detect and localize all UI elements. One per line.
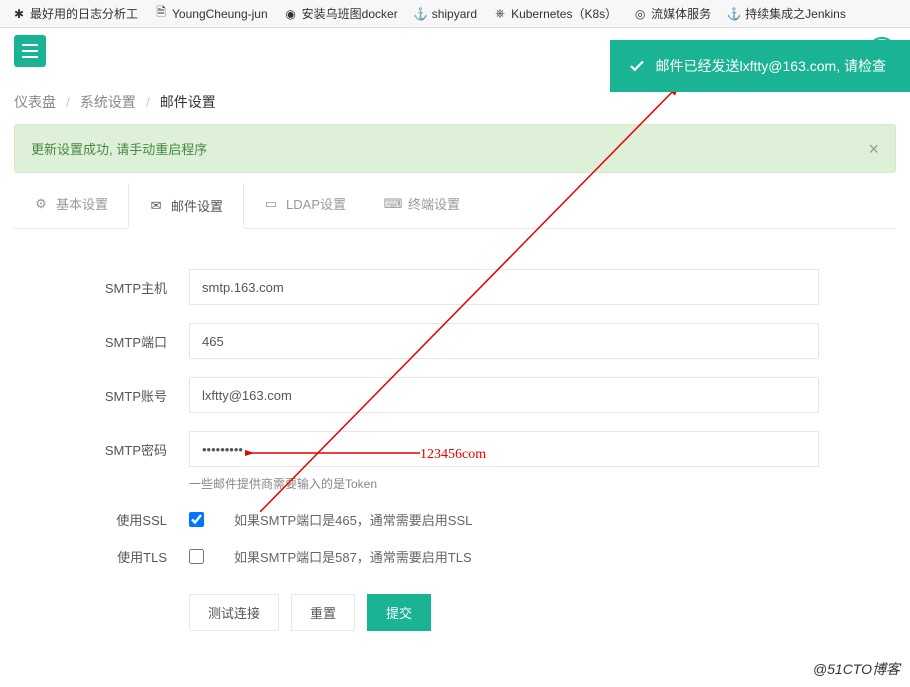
- breadcrumb-separator: /: [146, 94, 150, 110]
- smtp-password-input[interactable]: [189, 431, 819, 467]
- tabs: ⚙ 基本设置 ✉ 邮件设置 ▭ LDAP设置 ⌨ 终端设置: [14, 181, 896, 229]
- tab-ldap[interactable]: ▭ LDAP设置: [244, 181, 366, 228]
- bookmark-label: 安装乌班图docker: [302, 5, 398, 22]
- tab-label: 邮件设置: [171, 196, 223, 215]
- check-icon: [628, 57, 646, 75]
- favicon-icon: ⚓: [414, 7, 428, 21]
- smtp-account-label: SMTP账号: [34, 386, 189, 405]
- favicon-icon: ✱: [12, 7, 26, 21]
- favicon-icon: ◉: [284, 7, 298, 21]
- folder-icon: ▭: [264, 197, 278, 211]
- tab-terminal[interactable]: ⌨ 终端设置: [366, 181, 480, 228]
- bookmarks-bar: ✱ 最好用的日志分析工 🗎 YoungCheung-jun ◉ 安装乌班图docker…: [0, 0, 910, 28]
- success-toast: 邮件已经发送lxftty@163.com, 请检查: [610, 40, 910, 92]
- smtp-host-label: SMTP主机: [34, 278, 189, 297]
- tab-email[interactable]: ✉ 邮件设置: [128, 182, 244, 229]
- smtp-port-input[interactable]: [189, 323, 819, 359]
- bookmark-item[interactable]: ⚓ shipyard: [408, 5, 483, 23]
- alert-text: 更新设置成功, 请手动重启程序: [31, 139, 207, 158]
- bookmark-label: 持续集成之Jenkins: [745, 5, 846, 22]
- submit-button[interactable]: 提交: [367, 594, 431, 631]
- bookmark-label: 最好用的日志分析工: [30, 5, 138, 22]
- bookmark-label: YoungCheung-jun: [172, 7, 268, 21]
- breadcrumb-dashboard[interactable]: 仪表盘: [14, 92, 56, 112]
- tab-basic[interactable]: ⚙ 基本设置: [14, 181, 128, 228]
- use-ssl-note: 如果SMTP端口是465，通常需要启用SSL: [234, 510, 472, 529]
- bookmark-label: 流媒体服务: [651, 5, 711, 22]
- toast-message: 邮件已经发送lxftty@163.com, 请检查: [656, 56, 886, 76]
- breadcrumb-separator: /: [66, 94, 70, 110]
- use-tls-label: 使用TLS: [34, 547, 189, 566]
- watermark: @51CTO博客: [813, 659, 900, 679]
- form-actions: 测试连接 重置 提交: [189, 594, 876, 631]
- tab-label: 终端设置: [408, 194, 460, 213]
- cog-icon: ⚙: [34, 197, 48, 211]
- breadcrumb-settings[interactable]: 系统设置: [80, 92, 136, 112]
- use-ssl-checkbox[interactable]: [189, 512, 204, 527]
- email-settings-form: SMTP主机 SMTP端口 SMTP账号 SMTP密码 一些邮件提供商需要输入的…: [14, 229, 896, 651]
- use-tls-note: 如果SMTP端口是587，通常需要启用TLS: [234, 547, 472, 566]
- bookmark-label: shipyard: [432, 7, 477, 21]
- tab-label: LDAP设置: [286, 194, 346, 213]
- reset-button[interactable]: 重置: [291, 594, 355, 631]
- bookmark-item[interactable]: ◉ 安装乌班图docker: [278, 3, 404, 24]
- smtp-port-label: SMTP端口: [34, 332, 189, 351]
- breadcrumb: 仪表盘 / 系统设置 / 邮件设置: [14, 92, 896, 112]
- bookmark-item[interactable]: ⚓ 持续集成之Jenkins: [721, 3, 852, 24]
- hamburger-icon: [22, 44, 38, 58]
- use-ssl-label: 使用SSL: [34, 510, 189, 529]
- smtp-host-input[interactable]: [189, 269, 819, 305]
- bookmark-item[interactable]: ✱ 最好用的日志分析工: [6, 3, 144, 24]
- smtp-password-help: 一些邮件提供商需要输入的是Token: [189, 475, 876, 492]
- smtp-password-label: SMTP密码: [34, 440, 189, 459]
- breadcrumb-current: 邮件设置: [160, 92, 216, 112]
- alert-close-button[interactable]: ×: [868, 140, 879, 158]
- password-annotation: 123456com: [420, 447, 486, 463]
- success-alert: 更新设置成功, 请手动重启程序 ×: [14, 124, 896, 173]
- envelope-icon: ✉: [149, 199, 163, 213]
- favicon-icon: ⎈: [493, 7, 507, 21]
- bookmark-item[interactable]: ⎈ Kubernetes（K8s）: [487, 3, 623, 24]
- bookmark-label: Kubernetes（K8s）: [511, 5, 617, 22]
- favicon-icon: ◎: [633, 7, 647, 21]
- terminal-icon: ⌨: [386, 197, 400, 211]
- menu-toggle-button[interactable]: [14, 35, 46, 67]
- use-tls-checkbox[interactable]: [189, 549, 204, 564]
- bookmark-item[interactable]: 🗎 YoungCheung-jun: [148, 5, 274, 23]
- test-connection-button[interactable]: 测试连接: [189, 594, 279, 631]
- favicon-icon: 🗎: [154, 7, 168, 21]
- tab-label: 基本设置: [56, 194, 108, 213]
- smtp-account-input[interactable]: [189, 377, 819, 413]
- favicon-icon: ⚓: [727, 7, 741, 21]
- bookmark-item[interactable]: ◎ 流媒体服务: [627, 3, 717, 24]
